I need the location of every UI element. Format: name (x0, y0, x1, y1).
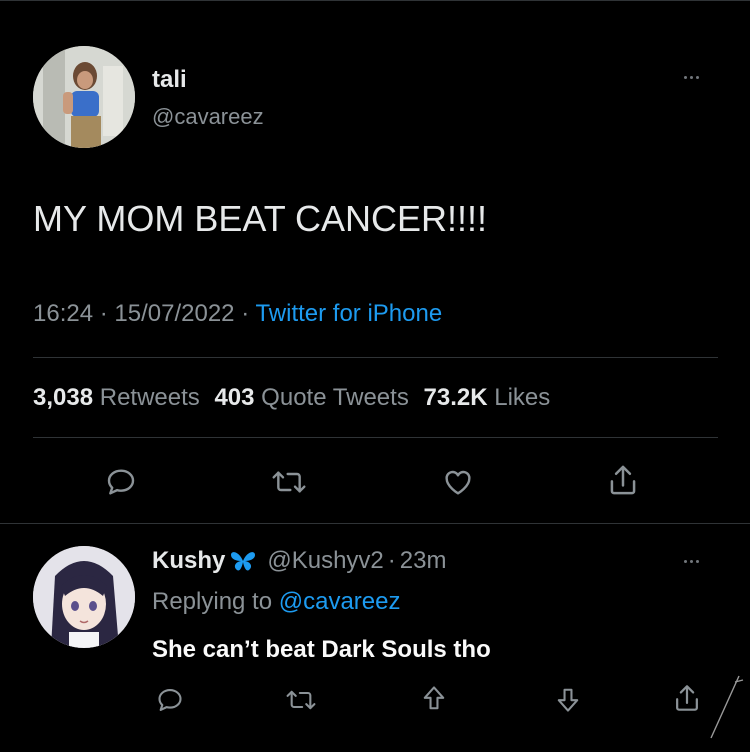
replying-to-line: Replying to @cavareez (152, 588, 401, 616)
more-dot (684, 560, 687, 563)
butterfly-icon (229, 549, 257, 573)
tweet-date[interactable]: 15/07/2022 (114, 300, 234, 327)
share-icon[interactable] (606, 462, 640, 498)
retweet-icon[interactable] (270, 466, 308, 498)
reply-time[interactable]: 23m (400, 547, 447, 575)
author-handle[interactable]: @cavareez (152, 104, 264, 130)
reply-share-icon[interactable] (672, 682, 702, 714)
tweet-meta: 16:24 · 15/07/2022 · Twitter for iPhone (33, 300, 442, 328)
quotes-stat[interactable]: 403 Quote Tweets (214, 384, 415, 411)
reply-retweet-icon[interactable] (284, 686, 318, 714)
reply-text: She can’t beat Dark Souls tho (152, 636, 491, 663)
retweets-count: 3,038 (33, 384, 94, 411)
likes-count: 73.2K (423, 384, 488, 411)
reply-separator: · (387, 547, 396, 574)
downvote-icon[interactable] (554, 684, 582, 714)
quotes-label: Quote Tweets (261, 384, 409, 411)
reply-header: Kushy @Kushyv2 · 23m (152, 547, 446, 575)
likes-stat[interactable]: 73.2K Likes (424, 384, 551, 411)
reply-icon[interactable] (104, 466, 138, 498)
author-display-name[interactable]: tali (152, 66, 187, 94)
more-dot (690, 76, 693, 79)
more-dot (696, 76, 699, 79)
tweet-more-menu[interactable] (684, 76, 699, 79)
reply-handle[interactable]: @Kushyv2 (267, 547, 383, 575)
meta-divider (33, 357, 718, 358)
watermark-mark (705, 672, 745, 742)
more-dot (690, 560, 693, 563)
retweets-label: Retweets (99, 384, 200, 411)
top-divider (0, 0, 750, 1)
upvote-icon[interactable] (420, 684, 448, 714)
tweet-text: MY MOM BEAT CANCER!!!! (33, 198, 488, 239)
retweets-stat[interactable]: 3,038 Retweets (33, 384, 206, 411)
reply-more-menu[interactable] (684, 560, 699, 563)
reply-display-name[interactable]: Kushy (152, 547, 225, 575)
replying-prefix: Replying to (152, 588, 273, 615)
like-icon[interactable] (441, 466, 475, 498)
quotes-count: 403 (214, 384, 255, 411)
reply-avatar[interactable] (33, 546, 135, 648)
reply-reply-icon[interactable] (155, 686, 185, 714)
more-dot (684, 76, 687, 79)
replying-handle[interactable]: @cavareez (279, 588, 401, 615)
tweet-stats: 3,038 Retweets 403 Quote Tweets 73.2K Li… (33, 384, 550, 412)
meta-separator: · (241, 300, 250, 327)
tweet-bottom-divider (0, 523, 750, 524)
meta-separator: · (99, 300, 108, 327)
tweet-source[interactable]: Twitter for iPhone (255, 300, 442, 327)
tweet-time[interactable]: 16:24 (33, 300, 93, 327)
stats-divider (33, 437, 718, 438)
author-avatar[interactable] (33, 46, 135, 148)
likes-label: Likes (494, 384, 551, 411)
more-dot (696, 560, 699, 563)
